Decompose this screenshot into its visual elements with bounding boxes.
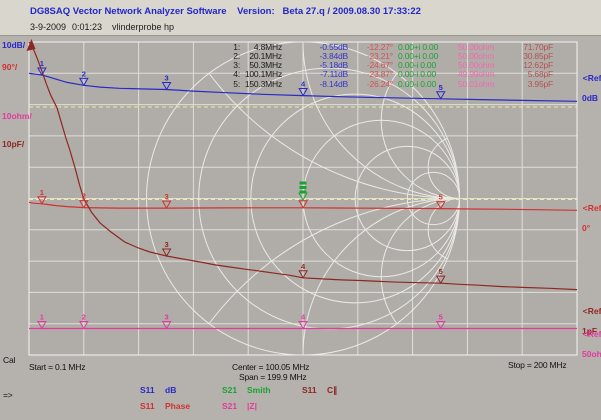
ref4-label[interactable]: <Ref4 50ohm bbox=[578, 319, 601, 369]
ref2-name: <Ref2 bbox=[583, 203, 601, 213]
marker-label-5: 5 bbox=[439, 313, 443, 322]
marker-ohm: 50.01ohm bbox=[458, 80, 502, 89]
ref4-name: <Ref4 bbox=[583, 329, 601, 339]
start-freq-label[interactable]: Start = 0.1 MHz bbox=[29, 362, 85, 372]
legend-param: S11 bbox=[302, 385, 327, 395]
time-label: 0:01:23 bbox=[72, 22, 102, 32]
ref2-label[interactable]: <Ref2 0° bbox=[578, 193, 601, 243]
legend-type: Phase bbox=[165, 401, 190, 411]
legend-param: S11 bbox=[140, 385, 165, 395]
sweep-arrow[interactable]: => bbox=[3, 390, 13, 400]
marker-pf: 3.95pF bbox=[511, 80, 553, 89]
app-title: DG8SAQ Vector Network Analyzer Software … bbox=[30, 6, 421, 17]
marker-row-3: 3: 50.3MHz -5.18dB -24.67° 0.00-i 0.00 5… bbox=[0, 61, 601, 70]
marker-pf: 5.68pF bbox=[511, 70, 553, 79]
marker-db: -8.14dB bbox=[311, 80, 348, 89]
ref1-value: 0dB bbox=[578, 93, 601, 103]
marker-db: -7.11dB bbox=[311, 70, 348, 79]
device-label: vlinderprobe hp bbox=[112, 22, 174, 32]
legend-s21-smith[interactable]: S21Smith bbox=[222, 385, 271, 395]
marker-label-2: 2 bbox=[82, 313, 86, 322]
legend-param: S21 bbox=[222, 385, 247, 395]
marker-label-3: 3 bbox=[165, 313, 169, 322]
marker-label-5: 5 bbox=[439, 267, 443, 276]
marker-freq: 150.3MHz bbox=[241, 80, 282, 89]
ref5-name: <Ref5 bbox=[583, 306, 601, 316]
legend-type: dB bbox=[165, 385, 176, 395]
marker-number: 5: bbox=[224, 80, 240, 89]
marker-label-5: 5 bbox=[439, 193, 443, 202]
marker-smith: 0.00-i 0.00 bbox=[398, 80, 450, 89]
span-freq-label[interactable]: Span = 199.9 MHz bbox=[239, 372, 306, 382]
marker-label-3: 3 bbox=[165, 240, 169, 249]
legend-type: |Z| bbox=[247, 401, 257, 411]
legend-s11-cpar[interactable]: S11C∥ bbox=[302, 385, 337, 395]
vnwa-window: { "header": { "title": "DG8SAQ Vector Ne… bbox=[0, 0, 601, 420]
title-bar: DG8SAQ Vector Network Analyzer Software … bbox=[0, 0, 601, 36]
legend-s11-db[interactable]: S11dB bbox=[140, 385, 176, 395]
marker-row-4: 4: 100.1MHz -7.11dB -23.87° 0.00-i 0.00 … bbox=[0, 70, 601, 79]
marker-row-5: 5: 150.3MHz -8.14dB -26.24° 0.00-i 0.00 … bbox=[0, 80, 601, 89]
marker-phase: -23.87° bbox=[357, 70, 393, 79]
legend-type: C∥ bbox=[327, 385, 337, 395]
center-freq-label[interactable]: Center = 100.05 MHz bbox=[232, 362, 309, 372]
date-label: 3-9-2009 bbox=[30, 22, 66, 32]
marker-label-3: 3 bbox=[165, 192, 169, 201]
ref2-value: 0° bbox=[578, 223, 601, 233]
marker-smith: 0.00-i 0.00 bbox=[398, 70, 450, 79]
marker-label-1: 1 bbox=[40, 188, 44, 197]
legend-s11-phase[interactable]: S11Phase bbox=[140, 401, 190, 411]
marker-freq: 100.1MHz bbox=[241, 70, 282, 79]
marker-number: 4: bbox=[224, 70, 240, 79]
marker-row-1: 1: 4.8MHz -0.55dB -12.27° 0.00+i 0.00 50… bbox=[0, 43, 601, 52]
scale-label-ohm[interactable]: 10ohm/ bbox=[2, 111, 32, 121]
stop-freq-label[interactable]: Stop = 200 MHz bbox=[508, 360, 566, 370]
ref4-value: 50ohm bbox=[578, 349, 601, 359]
legend-param: S11 bbox=[140, 401, 165, 411]
legend-s21-z[interactable]: S21|Z| bbox=[222, 401, 257, 411]
legend-type: Smith bbox=[247, 385, 271, 395]
scale-label-pf[interactable]: 10pF/ bbox=[2, 139, 24, 149]
cal-button[interactable]: Cal bbox=[3, 355, 15, 365]
marker-label-1: 1 bbox=[40, 313, 44, 322]
legend-param: S21 bbox=[222, 401, 247, 411]
marker-label-2: 2 bbox=[82, 192, 86, 201]
marker-row-2: 2: 20.1MHz -3.84dB -23.21° 0.00+i 0.00 5… bbox=[0, 52, 601, 61]
marker-phase: -26.24° bbox=[357, 80, 393, 89]
marker-ohm: 49.99ohm bbox=[458, 70, 502, 79]
